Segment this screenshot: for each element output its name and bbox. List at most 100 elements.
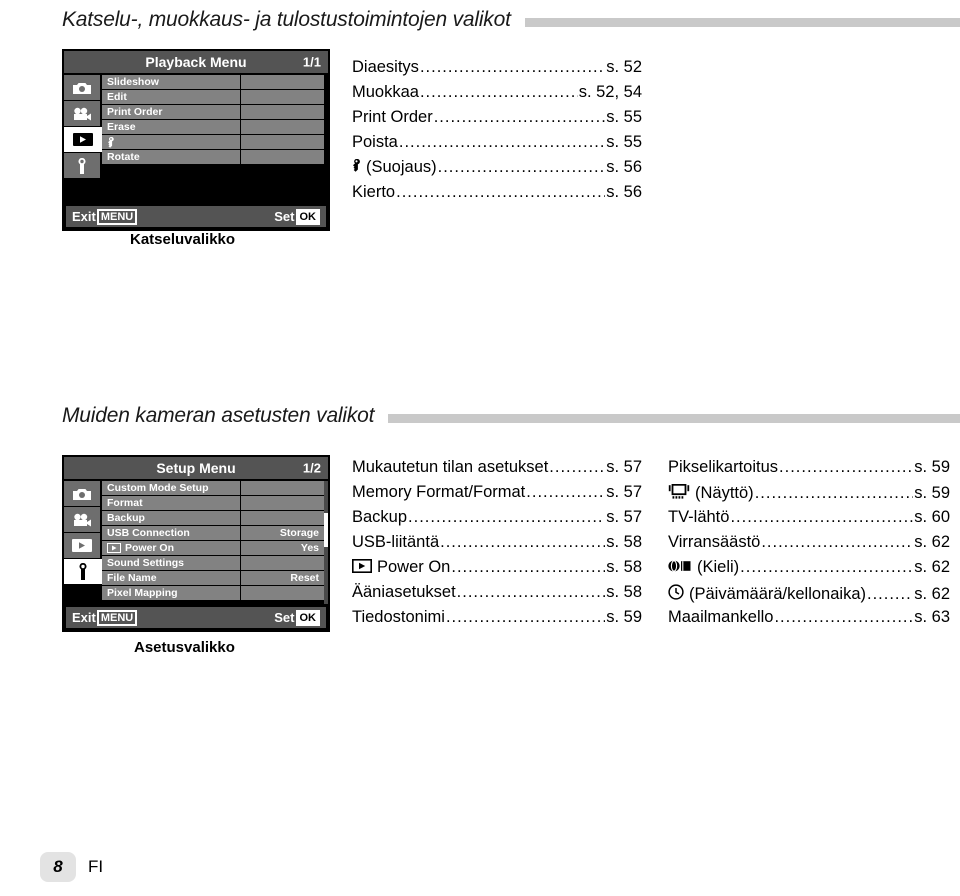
playback-menu-title: Playback Menu (145, 54, 247, 70)
tab-playback-menu[interactable] (64, 127, 102, 152)
menu-row-value: Yes (300, 542, 319, 554)
toc-entry[interactable]: Ääniasetukset ..........................… (352, 583, 642, 608)
toc-entry[interactable]: Backup .................................… (352, 508, 642, 533)
menu-row[interactable]: File Name Reset (102, 571, 324, 585)
menu-row[interactable]: Edit (102, 90, 324, 104)
toc-entry-page: s. 55 (606, 108, 642, 126)
menu-row[interactable]: Custom Mode Setup (102, 481, 324, 495)
set-label: Set (274, 209, 295, 224)
ok-key-badge: OK (295, 609, 320, 626)
toc-entry-label: TV-lähtö (668, 508, 730, 526)
toc-entry[interactable]: Virransäästö ...........................… (668, 533, 950, 558)
toc-entry[interactable]: Memory Format/Format ...................… (352, 483, 642, 508)
toc-leader: ........................................… (398, 133, 606, 151)
menu-row[interactable] (102, 135, 324, 149)
toc-entry-page: s. 57 (606, 458, 642, 476)
menu-row[interactable]: Slideshow (102, 75, 324, 89)
toc-entry-label: Tiedostonimi (352, 608, 445, 626)
toc-entry-label: Virransäästö (668, 533, 761, 551)
toc-entry[interactable]: (Päivämäärä/kellonaika) ................… (668, 583, 950, 608)
toc-leader: ........................................… (774, 608, 914, 626)
menu-row-label: Slideshow (107, 76, 159, 88)
toc-entry-label: (Kieli) (668, 558, 739, 577)
toc-entry[interactable]: Tiedostonimi ...........................… (352, 608, 642, 633)
menu-row[interactable]: USB Connection Storage (102, 526, 324, 540)
playback-menu-caption: Katseluvalikko (130, 231, 236, 248)
toc-entry[interactable]: Poista .................................… (352, 133, 642, 158)
toc-entry[interactable]: (Näyttö) ...............................… (668, 483, 950, 508)
menu-row-label: Edit (107, 91, 127, 103)
exit-control[interactable]: Exit MENU (72, 208, 138, 225)
toc-entry-label: Mukautetun tilan asetukset (352, 458, 549, 476)
toc-entry-label: Print Order (352, 108, 433, 126)
toc-setup-left-list: Mukautetun tilan asetukset .............… (352, 458, 642, 633)
language-globe-icon (668, 559, 692, 578)
toc-entry[interactable]: (Kieli) ................................… (668, 558, 950, 583)
toc-entry[interactable]: (Suojaus) ..............................… (352, 158, 642, 183)
row-divider (239, 75, 241, 89)
toc-entry[interactable]: Muokkaa ................................… (352, 83, 642, 108)
menu-row-label: Print Order (107, 106, 163, 118)
tab-shooting-menu[interactable] (64, 75, 102, 100)
menu-row[interactable]: Erase (102, 120, 324, 134)
menu-row[interactable]: Print Order (102, 105, 324, 119)
toc-leader: ........................................… (451, 558, 606, 576)
monitor-brightness-icon (668, 483, 690, 504)
tab-setup-menu[interactable] (64, 559, 102, 584)
set-control[interactable]: Set OK (274, 609, 320, 626)
menu-row[interactable]: Rotate (102, 150, 324, 164)
row-divider (239, 511, 241, 525)
exit-label: Exit (72, 610, 96, 625)
menu-row[interactable]: Format (102, 496, 324, 510)
toc-entry[interactable]: USB-liitäntä ...........................… (352, 533, 642, 558)
setup-menu-body: Custom Mode Setup Format Backup USB Conn… (64, 479, 328, 606)
toc-entry-label: Poista (352, 133, 398, 151)
playback-menu-panel: Playback Menu 1/1 Slideshow Edit Print O… (62, 49, 330, 231)
toc-entry[interactable]: Maailmankello ..........................… (668, 608, 950, 633)
menu-row[interactable]: Power On Yes (102, 541, 324, 555)
playback-menu-footer: Exit MENU Set OK (66, 206, 326, 227)
toc-entry-page: s. 56 (606, 158, 642, 176)
toc-leader: ........................................… (867, 585, 913, 603)
toc-entry[interactable]: Kierto .................................… (352, 183, 642, 208)
section-heading-playback: Katselu-, muokkaus- ja tulostustoimintoj… (62, 8, 960, 32)
tab-movie-menu[interactable] (64, 101, 102, 126)
toc-leader: ........................................… (433, 108, 606, 126)
row-divider (239, 481, 241, 495)
menu-row-label: Rotate (107, 151, 140, 163)
toc-entry[interactable]: Power On ...............................… (352, 558, 642, 583)
toc-entry-page: s. 55 (606, 133, 642, 151)
camera-icon (72, 81, 92, 95)
menu-row[interactable]: Sound Settings (102, 556, 324, 570)
toc-setup-right-list: Pikselikartoitus .......................… (668, 458, 950, 633)
toc-leader: ........................................… (396, 183, 605, 201)
tab-playback-menu[interactable] (64, 533, 102, 558)
toc-entry-label: (Näyttö) (668, 483, 754, 503)
tab-setup-menu[interactable] (64, 153, 102, 178)
row-divider (239, 571, 241, 585)
toc-entry[interactable]: TV-lähtö ...............................… (668, 508, 950, 533)
playback-menu-body: Slideshow Edit Print Order Erase Rotate (64, 73, 328, 190)
exit-control[interactable]: Exit MENU (72, 609, 138, 626)
menu-scrollbar[interactable] (324, 481, 328, 604)
menu-scrollbar-thumb[interactable] (324, 512, 328, 548)
protect-key-icon (107, 136, 115, 148)
set-control[interactable]: Set OK (274, 208, 320, 225)
playback-icon (71, 538, 93, 553)
toc-entry[interactable]: Print Order ............................… (352, 108, 642, 133)
tab-movie-menu[interactable] (64, 507, 102, 532)
toc-entry[interactable]: Pikselikartoitus .......................… (668, 458, 950, 483)
clock-icon (668, 584, 684, 605)
menu-row-value: Storage (279, 527, 319, 539)
toc-leader: ........................................… (526, 483, 605, 501)
wrench-icon (75, 157, 89, 174)
toc-leader: ........................................… (730, 508, 913, 526)
menu-row[interactable]: Backup (102, 511, 324, 525)
tab-shooting-menu[interactable] (64, 481, 102, 506)
toc-entry[interactable]: Diaesitys ..............................… (352, 58, 642, 83)
toc-leader: ........................................… (740, 558, 914, 576)
toc-entry-label: Power On (352, 558, 450, 577)
menu-row[interactable]: Pixel Mapping (102, 586, 324, 600)
row-divider (239, 526, 241, 540)
toc-entry[interactable]: Mukautetun tilan asetukset .............… (352, 458, 642, 483)
